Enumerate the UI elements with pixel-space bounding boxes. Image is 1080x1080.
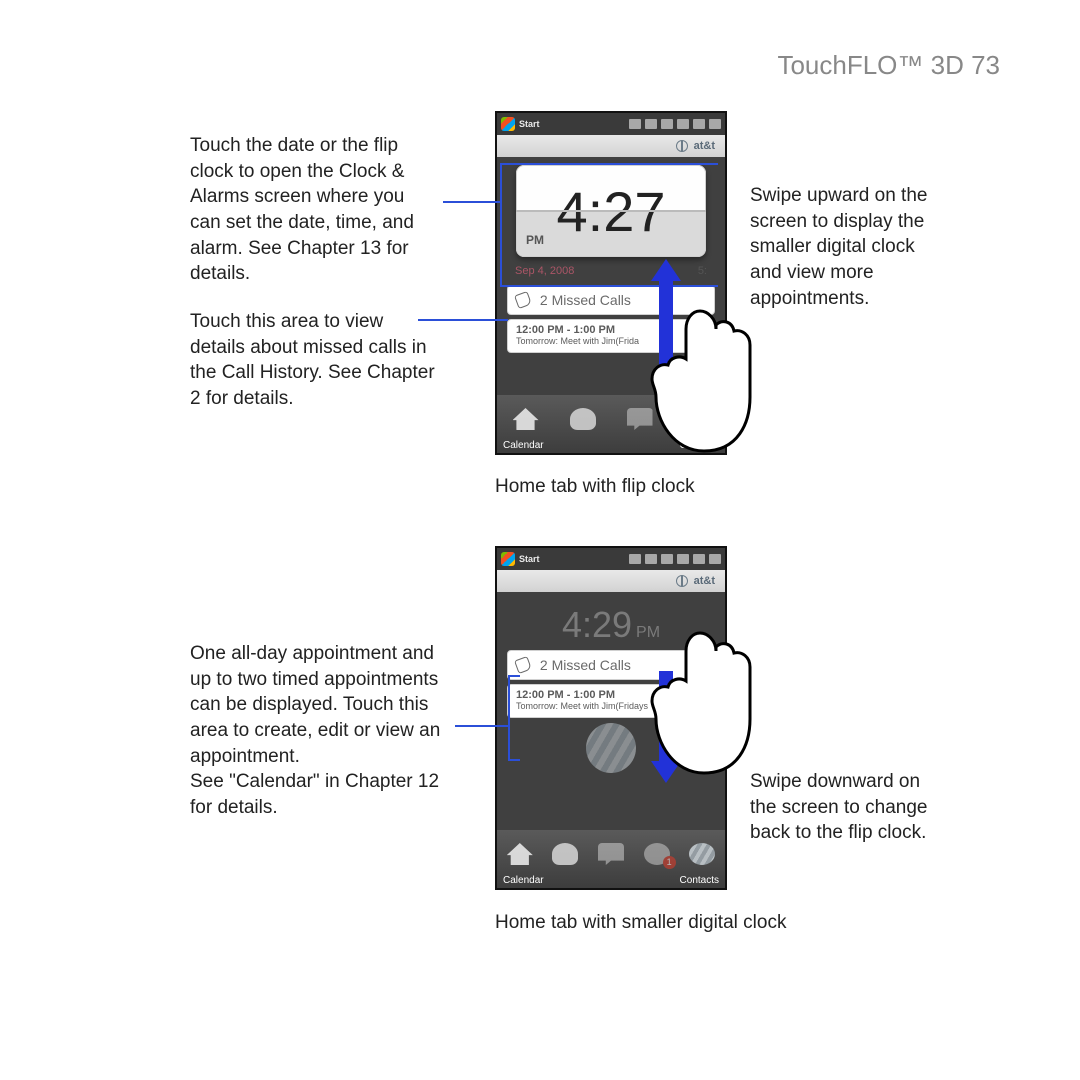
windows-icon <box>501 117 515 131</box>
leader-line <box>418 319 508 321</box>
leader-line <box>508 675 520 677</box>
start-label: Start <box>519 554 540 564</box>
status-icon <box>709 554 721 564</box>
people-tab-icon[interactable] <box>552 843 578 865</box>
status-icon <box>661 554 673 564</box>
att-tab-icon[interactable] <box>689 843 715 865</box>
carrier-bar: at&t <box>497 570 725 592</box>
carrier-label: at&t <box>694 140 715 152</box>
dock-label-right[interactable]: Contacts <box>680 875 719 886</box>
missed-call-icon <box>514 656 532 674</box>
status-bar: Start <box>497 113 725 135</box>
people-tab-icon[interactable] <box>570 408 596 430</box>
badge: 1 <box>663 856 676 869</box>
status-icon <box>629 554 641 564</box>
att-globe-icon <box>676 140 688 152</box>
leader-frame <box>500 163 718 287</box>
status-icon <box>693 119 705 129</box>
status-icon <box>693 554 705 564</box>
home-tab-icon[interactable] <box>507 843 533 865</box>
dock-label-left[interactable]: Calendar <box>503 875 544 886</box>
status-icon <box>709 119 721 129</box>
status-icon <box>645 554 657 564</box>
status-icon <box>629 119 641 129</box>
callout-missed-text: Touch this area to view details about mi… <box>190 309 440 412</box>
dock-label-left[interactable]: Calendar <box>503 440 544 451</box>
digital-clock-time: 4:29 <box>562 604 632 645</box>
callout-swipe-up-text: Swipe upward on the screen to display th… <box>750 183 950 311</box>
messages-tab-icon[interactable]: 1 <box>644 843 670 865</box>
hand-icon <box>640 291 760 471</box>
status-icon <box>645 119 657 129</box>
callout-clock-text: Touch the date or the flip clock to open… <box>190 133 440 287</box>
start-label: Start <box>519 119 540 129</box>
callout-appt-text: One all-day appointment and up to two ti… <box>190 641 450 820</box>
carrier-bar: at&t <box>497 135 725 157</box>
carrier-label: at&t <box>694 575 715 587</box>
home-tab-icon[interactable] <box>513 408 539 430</box>
status-icon <box>661 119 673 129</box>
leader-line <box>455 725 510 727</box>
leader-line <box>443 201 502 203</box>
windows-icon <box>501 552 515 566</box>
tab-dock: 1 Calendar Contacts <box>497 830 725 888</box>
page-body: Touch the date or the flip clock to open… <box>80 111 1000 1011</box>
hand-icon <box>640 613 760 793</box>
mail-tab-icon[interactable] <box>598 843 624 865</box>
status-bar: Start <box>497 548 725 570</box>
callout-swipe-down-text: Swipe downward on the screen to change b… <box>750 769 950 846</box>
missed-call-icon <box>514 291 532 309</box>
missed-calls-text: 2 Missed Calls <box>540 292 631 308</box>
missed-calls-text: 2 Missed Calls <box>540 657 631 673</box>
status-icon <box>677 554 689 564</box>
page-header: TouchFLO™ 3D 73 <box>80 50 1000 81</box>
att-globe-icon <box>676 575 688 587</box>
leader-line <box>508 675 510 761</box>
leader-line <box>508 759 520 761</box>
status-icon <box>677 119 689 129</box>
caption-digital-clock: Home tab with smaller digital clock <box>495 910 835 936</box>
caption-flip-clock: Home tab with flip clock <box>495 474 755 500</box>
